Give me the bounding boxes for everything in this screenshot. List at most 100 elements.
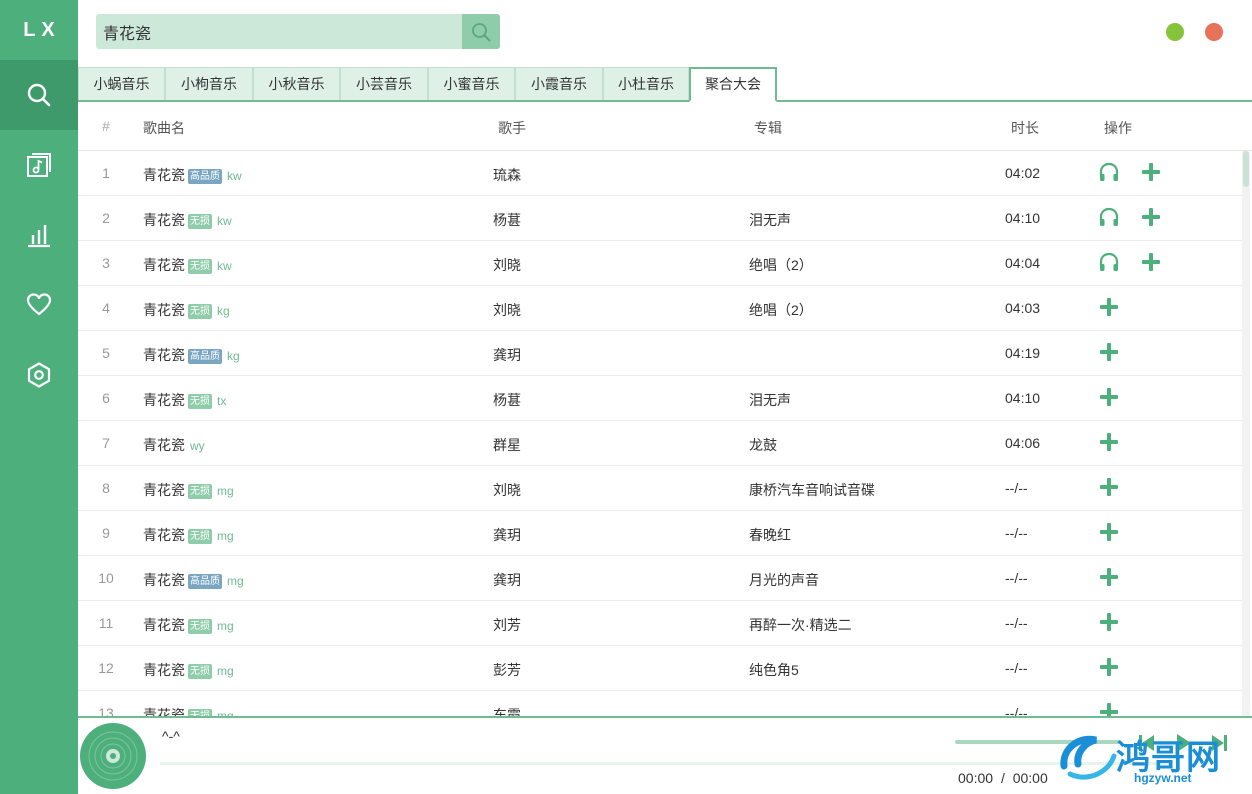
search-button[interactable] <box>462 14 500 49</box>
table-row[interactable]: 4 青花瓷 无损 kg 刘晓 绝唱（2） 04:03 <box>78 286 1242 331</box>
tab-source-2[interactable]: 小枸音乐 <box>165 67 253 100</box>
scrollbar[interactable] <box>1242 151 1250 716</box>
table-row[interactable]: 3 青花瓷 无损 kw 刘晓 绝唱（2） 04:04 <box>78 241 1242 286</box>
singer: 刘芳 <box>493 617 521 633</box>
table-row[interactable]: 1 青花瓷 高品质 kw 琉森 04:02 <box>78 151 1242 196</box>
singer: 东霞 <box>493 707 521 716</box>
row-actions <box>1098 521 1120 543</box>
table-row[interactable]: 13 青花瓷无损 mg 东霞 --/-- <box>78 691 1242 716</box>
table-row[interactable]: 2 青花瓷 无损 kw 杨葚 泪无声 04:10 <box>78 196 1242 241</box>
row-number: 13 <box>98 705 114 716</box>
tab-source-5[interactable]: 小蜜音乐 <box>428 67 515 100</box>
tab-source-7[interactable]: 小杜音乐 <box>603 67 689 100</box>
tab-source-1[interactable]: 小蜗音乐 <box>78 67 165 100</box>
search-box <box>96 14 500 49</box>
add-button[interactable] <box>1098 521 1120 543</box>
album-art[interactable] <box>80 723 146 789</box>
add-button[interactable] <box>1098 341 1120 363</box>
listen-button[interactable] <box>1098 206 1120 228</box>
row-actions <box>1098 656 1120 678</box>
source-tag: wy <box>190 439 205 453</box>
table-row[interactable]: 10 青花瓷 高品质 mg 龚玥 月光的声音 --/-- <box>78 556 1242 601</box>
table-row[interactable]: 6 青花瓷 无损 tx 杨葚 泪无声 04:10 <box>78 376 1242 421</box>
album: 龙鼓 <box>749 437 777 453</box>
table-row[interactable]: 5 青花瓷 高品质 kg 龚玥 04:19 <box>78 331 1242 376</box>
song-name: 青花瓷 wy <box>143 435 205 455</box>
watermark: 鸿哥网 hgzyw.net <box>1056 728 1246 788</box>
sidebar-item-favorites[interactable] <box>0 270 78 340</box>
table-row[interactable]: 11 青花瓷 无损 mg 刘芳 再醉一次·精选二 --/-- <box>78 601 1242 646</box>
album: 泪无声 <box>749 392 791 408</box>
close-button[interactable] <box>1205 23 1223 41</box>
add-button[interactable] <box>1098 611 1120 633</box>
row-number: 9 <box>102 525 110 541</box>
quality-badge: 无损 <box>188 664 212 679</box>
row-actions <box>1098 161 1162 183</box>
add-button[interactable] <box>1140 206 1162 228</box>
table-row[interactable]: 9 青花瓷 无损 mg 龚玥 春晚红 --/-- <box>78 511 1242 556</box>
duration: --/-- <box>1005 570 1028 586</box>
song-name: 青花瓷无损 mg <box>143 705 234 716</box>
duration: --/-- <box>1005 615 1028 631</box>
disc-icon <box>88 731 138 781</box>
table-row[interactable]: 7 青花瓷 wy 群星 龙鼓 04:06 <box>78 421 1242 466</box>
singer: 杨葚 <box>493 392 521 408</box>
song-title: 青花瓷 <box>143 572 185 588</box>
add-icon <box>1100 478 1118 496</box>
singer: 刘晓 <box>493 302 521 318</box>
song-name: 青花瓷 高品质 kw <box>143 165 242 185</box>
sidebar-item-search[interactable] <box>0 60 78 130</box>
row-number: 2 <box>102 210 110 226</box>
add-button[interactable] <box>1098 656 1120 678</box>
tab-source-6[interactable]: 小霞音乐 <box>515 67 603 100</box>
sidebar-item-song-list[interactable] <box>0 130 78 200</box>
quality-badge: 高品质 <box>188 169 222 184</box>
album: 再醉一次·精选二 <box>749 617 852 633</box>
tab-source-3[interactable]: 小秋音乐 <box>253 67 340 100</box>
add-icon <box>1100 298 1118 316</box>
row-number: 8 <box>102 480 110 496</box>
singer: 彭芳 <box>493 662 521 678</box>
quality-badge: 高品质 <box>188 574 222 589</box>
tab-aggregate[interactable]: 聚合大会 <box>689 67 777 102</box>
add-button[interactable] <box>1140 251 1162 273</box>
time-separator: / <box>1000 770 1005 786</box>
table-row[interactable]: 8 青花瓷 无损 mg 刘晓 康桥汽车音响试音碟 --/-- <box>78 466 1242 511</box>
add-button[interactable] <box>1098 476 1120 498</box>
sidebar: LX <box>0 0 78 794</box>
song-title: 青花瓷 <box>143 167 185 183</box>
quality-badge: 无损 <box>188 394 212 409</box>
song-name: 青花瓷 无损 kg <box>143 300 230 320</box>
add-button[interactable] <box>1098 296 1120 318</box>
row-actions <box>1098 566 1120 588</box>
app-logo: LX <box>23 19 61 41</box>
source-tag: mg <box>217 709 234 716</box>
source-tag: kw <box>217 214 232 228</box>
sidebar-item-leaderboard[interactable] <box>0 200 78 270</box>
source-tag: mg <box>217 619 234 633</box>
song-title: 青花瓷 <box>143 302 185 318</box>
add-button[interactable] <box>1098 431 1120 453</box>
add-button[interactable] <box>1098 386 1120 408</box>
add-button[interactable] <box>1098 566 1120 588</box>
header-singer: 歌手 <box>498 120 526 136</box>
minimize-button[interactable] <box>1166 23 1184 41</box>
tab-source-4[interactable]: 小芸音乐 <box>340 67 428 100</box>
quality-badge: 无损 <box>188 304 212 319</box>
table-row[interactable]: 12 青花瓷 无损 mg 彭芳 纯色角5 --/-- <box>78 646 1242 691</box>
source-tag: tx <box>217 394 227 408</box>
scrollbar-thumb[interactable] <box>1243 151 1249 187</box>
source-tag: kg <box>227 349 240 363</box>
progress-bar[interactable] <box>160 762 1170 765</box>
search-input[interactable] <box>96 14 462 49</box>
add-button[interactable] <box>1140 161 1162 183</box>
song-name: 青花瓷无损 mg <box>143 615 234 635</box>
listen-button[interactable] <box>1098 251 1120 273</box>
listen-button[interactable] <box>1098 161 1120 183</box>
row-number: 5 <box>102 345 110 361</box>
duration: 04:10 <box>1005 210 1041 226</box>
quality-badge: 无损 <box>188 619 212 634</box>
add-button[interactable] <box>1098 701 1120 716</box>
sidebar-item-settings[interactable] <box>0 340 78 410</box>
row-number: 3 <box>102 255 110 271</box>
